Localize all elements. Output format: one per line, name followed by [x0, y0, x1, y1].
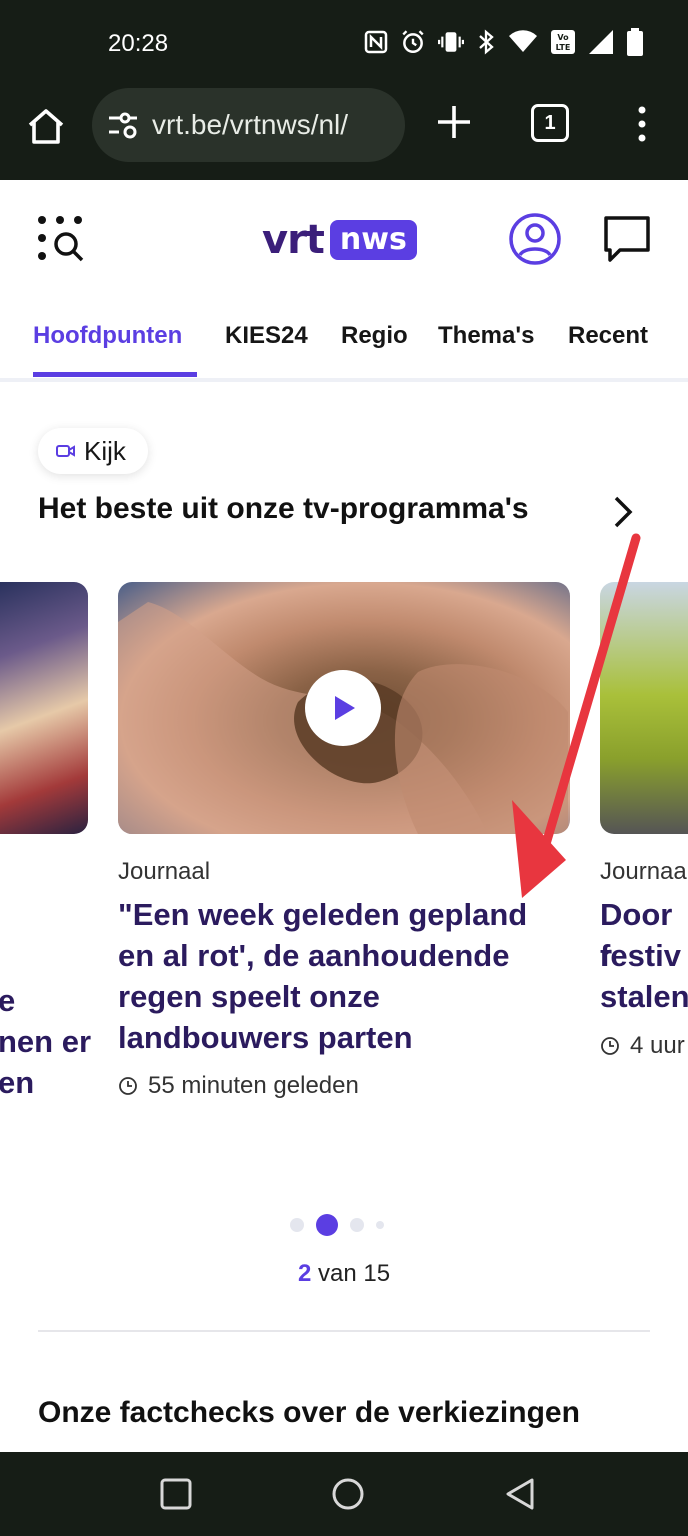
signal-icon	[589, 30, 613, 54]
tab-recent[interactable]: Recent	[568, 322, 648, 350]
left-card-title-2[interactable]: nen er	[0, 1021, 91, 1062]
tab-themas[interactable]: Thema's	[438, 322, 534, 350]
right-card-title-2[interactable]: festiv	[600, 935, 681, 976]
section-title-factchecks[interactable]: Onze factchecks over de verkiezingen	[38, 1396, 580, 1430]
main-card-time: 55 minuten geleden	[148, 1072, 359, 1099]
status-bar: 20:28 Vo LTE	[0, 0, 688, 88]
svg-text:LTE: LTE	[556, 43, 571, 52]
carousel-dot-active[interactable]	[316, 1214, 338, 1236]
left-card-thumbnail[interactable]	[0, 582, 88, 834]
video-camera-icon	[56, 445, 75, 457]
pager-suffix: van 15	[311, 1260, 391, 1287]
tab-hoofdpunten[interactable]: Hoofdpunten	[33, 322, 182, 350]
logo-nws: nws	[329, 220, 417, 260]
search-menu-icon[interactable]	[34, 212, 90, 268]
volte-icon: VoLTE	[551, 30, 575, 54]
carousel-dot[interactable]	[350, 1218, 364, 1232]
site-settings-icon[interactable]	[106, 108, 140, 142]
active-tab-indicator	[33, 372, 197, 377]
wifi-icon	[509, 30, 537, 52]
play-icon	[335, 696, 355, 720]
play-button[interactable]	[305, 670, 381, 746]
pager-text: 2 van 15	[0, 1260, 688, 1288]
clock-icon	[119, 1077, 137, 1095]
home-icon[interactable]	[24, 104, 68, 148]
left-card-title-3[interactable]: en	[0, 1062, 34, 1103]
main-card-title[interactable]: "Een week geleden gepland en al rot', de…	[118, 894, 568, 1058]
back-icon[interactable]	[502, 1476, 538, 1512]
right-card-thumbnail[interactable]	[600, 582, 688, 834]
main-card-timestamp: 55 minuten geleden	[118, 1072, 359, 1100]
status-time: 20:28	[108, 30, 169, 57]
right-card-source: Journaa	[600, 858, 687, 885]
right-card-time: 4 uur	[630, 1032, 685, 1059]
chat-icon[interactable]	[602, 214, 652, 264]
web-page: vrt nws Hoofdpunten KIES24 Regio Thema's…	[0, 180, 688, 1452]
battery-icon	[627, 28, 643, 56]
alarm-icon	[402, 30, 424, 53]
carousel-dot[interactable]	[376, 1221, 384, 1229]
clock-icon	[601, 1037, 619, 1055]
profile-icon[interactable]	[508, 212, 562, 266]
svg-text:Vo: Vo	[557, 33, 569, 42]
tab-regio[interactable]: Regio	[341, 322, 408, 350]
tab-switcher-button[interactable]: 1	[531, 104, 569, 142]
recent-apps-icon[interactable]	[158, 1476, 194, 1512]
section-title[interactable]: Het beste uit onze tv-programma's	[38, 492, 529, 526]
tab-kies24[interactable]: KIES24	[225, 322, 308, 350]
home-nav-icon[interactable]	[330, 1476, 366, 1512]
system-navigation-bar	[0, 1452, 688, 1536]
carousel-dot[interactable]	[290, 1218, 304, 1232]
nfc-icon	[364, 30, 388, 54]
main-card-source: Journaal	[118, 858, 211, 885]
right-card-timestamp: 4 uur	[600, 1032, 685, 1060]
browser-toolbar: vrt.be/vrtnws/nl/ 1	[0, 88, 688, 180]
right-card-title-3[interactable]: stalen	[600, 976, 688, 1017]
pager-current: 2	[297, 1260, 312, 1287]
chevron-right-icon[interactable]	[610, 494, 636, 530]
new-tab-icon[interactable]	[434, 102, 474, 142]
divider	[38, 1330, 650, 1332]
bluetooth-icon	[479, 29, 494, 55]
status-icons: Vo LTE	[364, 28, 644, 56]
tab-count: 1	[544, 111, 556, 134]
kijk-chip: Kijk	[38, 428, 148, 474]
section-nav: Hoofdpunten KIES24 Regio Thema's Recent	[0, 310, 688, 382]
logo-vrt: vrt	[262, 217, 325, 263]
address-bar[interactable]: vrt.be/vrtnws/nl/	[92, 88, 405, 162]
left-card-title-1[interactable]: e	[0, 980, 15, 1021]
carousel-dots	[290, 1214, 384, 1236]
site-header: vrt nws	[0, 180, 688, 300]
vibrate-icon	[438, 32, 464, 52]
url-text: vrt.be/vrtnws/nl/	[152, 109, 349, 140]
overflow-menu-icon[interactable]	[630, 102, 654, 146]
vrt-nws-logo[interactable]: vrt nws	[262, 216, 417, 264]
chip-label: Kijk	[84, 435, 126, 466]
